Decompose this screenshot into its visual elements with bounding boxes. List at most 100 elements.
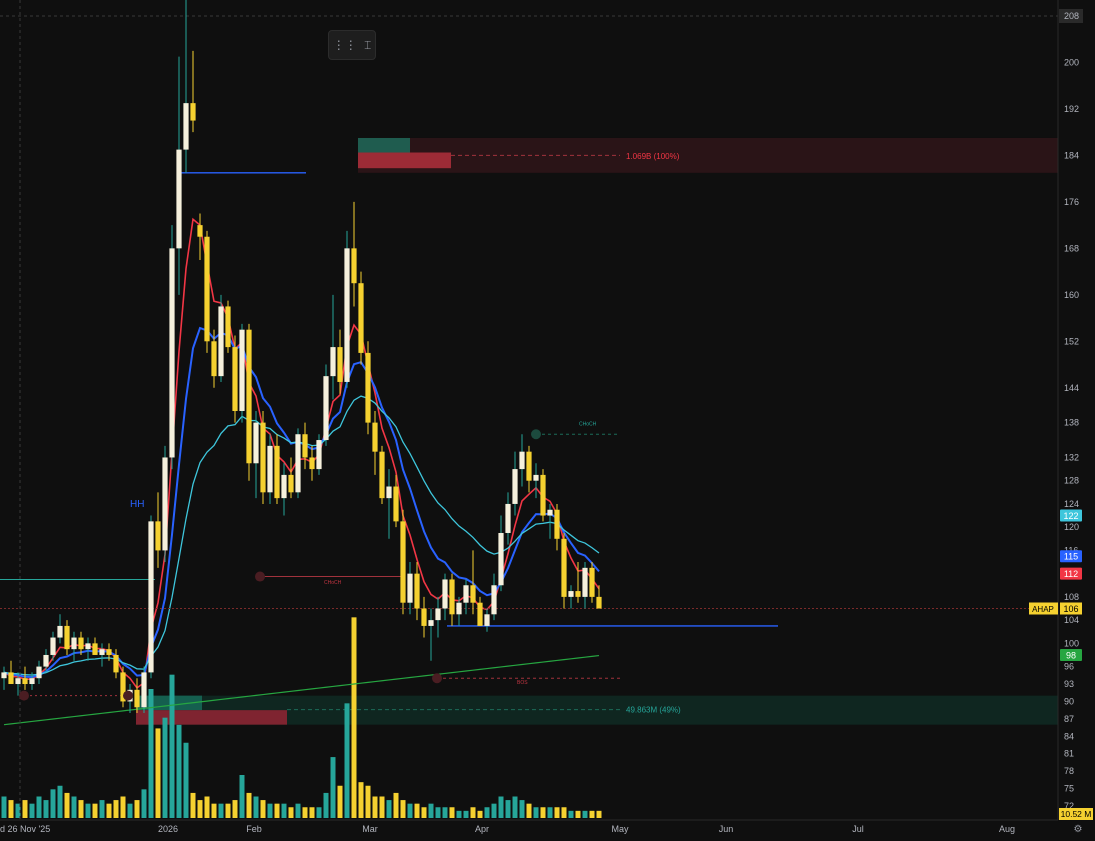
drag-handle-icon[interactable]: ⋮⋮ [333, 38, 357, 52]
volume-bar [575, 810, 581, 818]
candle-body [162, 457, 168, 551]
candle-body [267, 445, 273, 493]
bos-label: BOS [517, 680, 528, 686]
candle-body [379, 451, 385, 499]
candle-body [239, 329, 245, 411]
candle-body [225, 306, 231, 348]
volume-bar [470, 807, 476, 818]
candle-body [337, 347, 343, 382]
y-tick-label: 152 [1064, 336, 1079, 346]
volume-bar [330, 757, 336, 818]
candle-body [512, 469, 518, 504]
volume-bar [204, 796, 210, 818]
volume-bar [463, 810, 469, 818]
candlestick-chart[interactable]: HH CHoCH CHoCH BOS 1.069B (100%) 49.863M (49%… [0, 0, 1095, 841]
volume-bar [435, 807, 441, 818]
volume-bar [505, 800, 511, 818]
volume-bar [554, 807, 560, 818]
volume-bar [323, 792, 329, 818]
candle-body [183, 103, 189, 150]
candle-body [421, 608, 427, 626]
volume-bar [141, 789, 147, 818]
volume-bar [288, 807, 294, 818]
candle-body [211, 341, 217, 377]
candle-body [442, 579, 448, 609]
settings-icon[interactable]: ⚙ [1074, 824, 1083, 835]
volume-bar [281, 803, 287, 818]
price-label-text: 115 [1064, 552, 1078, 562]
volume-bar [155, 728, 161, 818]
y-tick-label: 200 [1064, 57, 1079, 67]
x-tick-label: May [611, 824, 629, 834]
candle-body [113, 654, 119, 673]
volume-bar [267, 803, 273, 818]
candle-body [43, 654, 49, 667]
drawing-toolbar[interactable]: ⋮⋮ ⌶ [328, 30, 376, 60]
candle-body [288, 474, 294, 493]
y-tick-label: 120 [1064, 522, 1079, 532]
volume-bar [50, 789, 56, 818]
choch-top-marker [531, 429, 541, 440]
candle-body [526, 451, 532, 481]
volume-bar [43, 800, 49, 818]
volume-bar [498, 796, 504, 818]
y-tick-label: 100 [1064, 638, 1079, 648]
y-tick-label: 144 [1064, 383, 1079, 393]
volume-bar [596, 810, 602, 818]
candle-body [498, 532, 504, 586]
volume-bar [211, 803, 217, 818]
volume-bar [351, 617, 357, 818]
low-marker-2 [123, 690, 133, 701]
volume-bar [414, 803, 420, 818]
candle-body [407, 573, 413, 603]
volume-bar [295, 803, 301, 818]
candle-body [71, 637, 77, 650]
choch-top-label: CHoCH [579, 422, 597, 428]
volume-bar [428, 803, 434, 818]
supply-zone-buy-bar [358, 137, 410, 153]
candle-body [561, 538, 567, 597]
candle-body [50, 637, 56, 655]
candle-body [218, 306, 224, 377]
candle-body [400, 521, 406, 603]
candle-body [302, 434, 308, 458]
candle-body [358, 283, 364, 353]
y-tick-label: 75 [1064, 784, 1074, 794]
candle-body [197, 225, 203, 237]
choch-mid-label: CHoCH [324, 580, 342, 586]
y-tick-label: 184 [1064, 150, 1079, 160]
candle-body [36, 666, 42, 679]
candle-body [477, 602, 483, 626]
volume-bar [449, 807, 455, 818]
candle-body [470, 585, 476, 603]
volume-bar [162, 717, 168, 818]
candle-body [456, 602, 462, 615]
candle-body [568, 591, 574, 597]
volume-bar [484, 807, 490, 818]
volume-bar [113, 800, 119, 818]
candle-body [323, 376, 329, 441]
y-tick-label: 124 [1064, 499, 1079, 509]
volume-bar [421, 807, 427, 818]
candle-body [344, 248, 350, 382]
candle-body [386, 486, 392, 499]
y-tick-label: 208 [1064, 11, 1079, 21]
supply-zone [358, 137, 1058, 173]
y-tick-label: 160 [1064, 290, 1079, 300]
volume-bar [582, 810, 588, 818]
range-measure-icon[interactable]: ⌶ [364, 38, 371, 53]
volume-bar [232, 800, 238, 818]
volume-bar [127, 803, 133, 818]
y-tick-label: 108 [1064, 592, 1079, 602]
volume-bar [491, 803, 497, 818]
volume-bar [183, 742, 189, 818]
candle-body [253, 422, 259, 464]
x-tick-label: Mar [362, 824, 378, 834]
low-marker [19, 690, 29, 701]
volume-bar [540, 807, 546, 818]
candle-body [8, 672, 14, 685]
volume-bar [1, 796, 7, 818]
price-label-text: 98 [1066, 650, 1076, 660]
demand-zone-sell-bar [136, 710, 287, 725]
volume-bar [218, 803, 224, 818]
